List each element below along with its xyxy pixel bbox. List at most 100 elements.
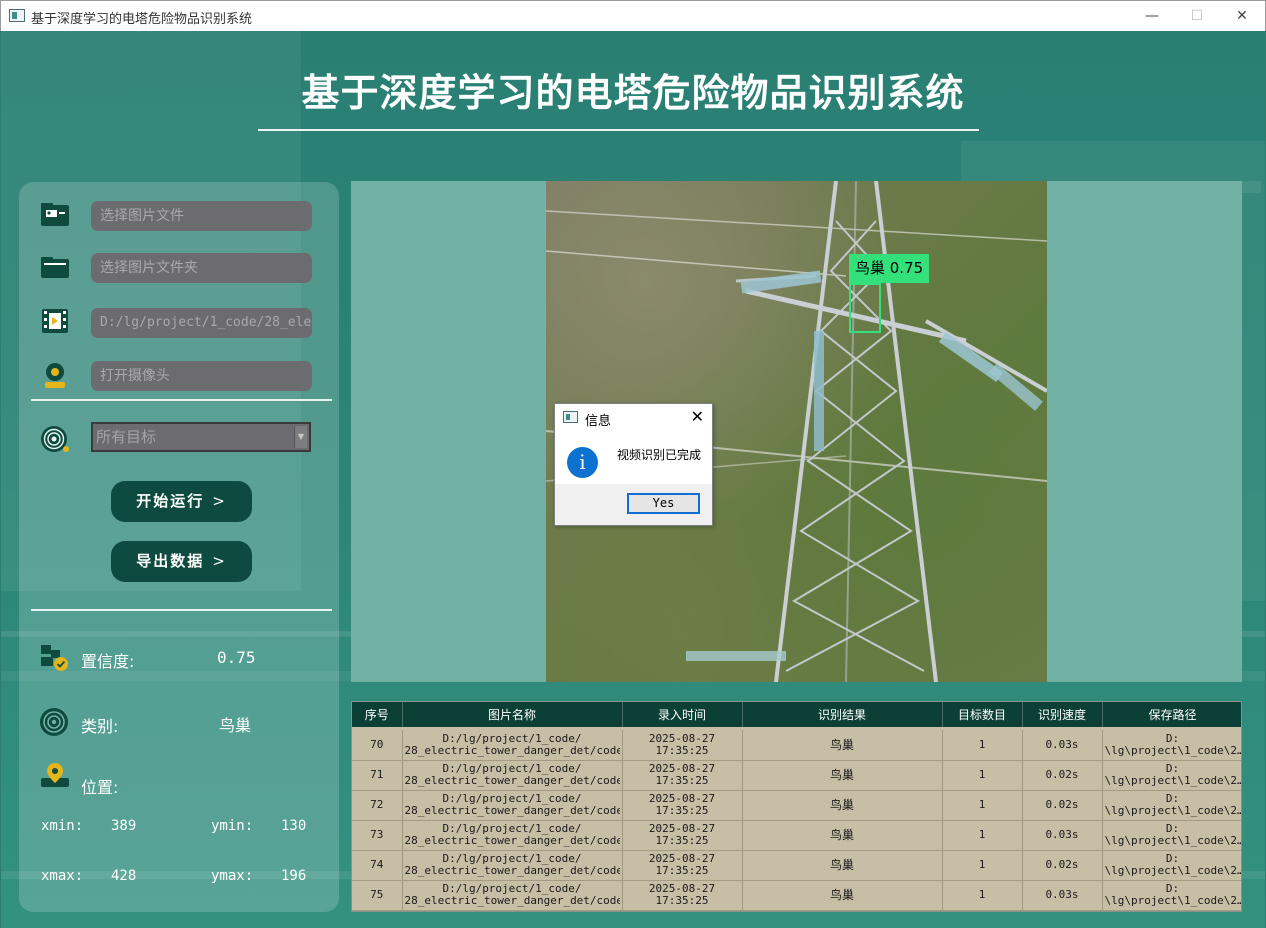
results-table: 序号 图片名称 录入时间 识别结果 目标数目 识别速度 保存路径 70 D:/l… bbox=[351, 701, 1242, 912]
dialog-app-icon bbox=[563, 411, 578, 423]
xmax-label: xmax: bbox=[41, 868, 84, 884]
table-row[interactable]: 72 D:/lg/project/1_code/28_electric_towe… bbox=[352, 790, 1241, 821]
cell-path: D: \lg\project\1_code\2… bbox=[1102, 790, 1241, 821]
cell-path: D: \lg\project\1_code\2… bbox=[1102, 760, 1241, 791]
cell-speed: 0.03s bbox=[1022, 820, 1103, 851]
detection-box bbox=[849, 283, 881, 333]
cell-name: D:/lg/project/1_code/28_electric_tower_d… bbox=[402, 760, 623, 791]
info-icon: i bbox=[567, 447, 598, 478]
table-row[interactable]: 71 D:/lg/project/1_code/28_electric_towe… bbox=[352, 760, 1241, 791]
target-select-value: 所有目标 bbox=[96, 428, 157, 446]
cell-name: D:/lg/project/1_code/28_electric_tower_d… bbox=[402, 880, 623, 911]
start-button[interactable]: 开始运行 > bbox=[111, 481, 252, 522]
cell-count: 1 bbox=[942, 820, 1023, 851]
table-header-row: 序号 图片名称 录入时间 识别结果 目标数目 识别速度 保存路径 bbox=[352, 702, 1241, 727]
video-path-input[interactable]: D:/lg/project/1_code/28_ele bbox=[91, 308, 312, 338]
confidence-value: 0.75 bbox=[217, 648, 256, 667]
confidence-label: 置信度: bbox=[81, 652, 135, 671]
cell-path: D: \lg\project\1_code\2… bbox=[1102, 880, 1241, 911]
video-icon[interactable] bbox=[39, 306, 71, 336]
cell-id: 74 bbox=[352, 850, 403, 881]
image-file-input[interactable]: 选择图片文件 bbox=[91, 201, 312, 231]
category-value: 鸟巢 bbox=[219, 716, 252, 735]
ymax-value: 196 bbox=[281, 868, 307, 884]
cell-count: 1 bbox=[942, 790, 1023, 821]
camera-input[interactable]: 打开摄像头 bbox=[91, 361, 312, 391]
column-header[interactable]: 录入时间 bbox=[622, 702, 743, 727]
column-header[interactable]: 序号 bbox=[352, 702, 403, 727]
minimize-button[interactable]: — bbox=[1129, 4, 1175, 28]
table-row[interactable]: 74 D:/lg/project/1_code/28_electric_towe… bbox=[352, 850, 1241, 881]
close-icon[interactable]: ✕ bbox=[691, 407, 704, 426]
ymin-value: 130 bbox=[281, 818, 307, 834]
cell-result: 鸟巢 bbox=[742, 820, 943, 851]
column-header[interactable]: 保存路径 bbox=[1102, 702, 1241, 727]
cell-id: 72 bbox=[352, 790, 403, 821]
folder-icon[interactable] bbox=[39, 252, 71, 282]
cell-speed: 0.03s bbox=[1022, 730, 1103, 761]
xmin-label: xmin: bbox=[41, 818, 84, 834]
ymin-label: ymin: bbox=[211, 818, 254, 834]
cell-name: D:/lg/project/1_code/28_electric_tower_d… bbox=[402, 850, 623, 881]
cell-result: 鸟巢 bbox=[742, 760, 943, 791]
cell-time: 2025-08-27 17:35:25 bbox=[622, 880, 743, 911]
chevron-right-icon: > bbox=[212, 492, 227, 510]
cell-time: 2025-08-27 17:35:25 bbox=[622, 760, 743, 791]
yes-button[interactable]: Yes bbox=[627, 493, 700, 514]
window-titlebar: 基于深度学习的电塔危险物品识别系统 — ☐ ✕ bbox=[0, 0, 1266, 31]
export-button[interactable]: 导出数据 > bbox=[111, 541, 252, 582]
chevron-right-icon: > bbox=[212, 552, 227, 570]
cell-count: 1 bbox=[942, 850, 1023, 881]
window-title: 基于深度学习的电塔危险物品识别系统 bbox=[31, 12, 253, 27]
cell-path: D: \lg\project\1_code\2… bbox=[1102, 820, 1241, 851]
cell-count: 1 bbox=[942, 760, 1023, 791]
cell-time: 2025-08-27 17:35:25 bbox=[622, 850, 743, 881]
section-divider bbox=[31, 399, 332, 401]
column-header[interactable]: 识别结果 bbox=[742, 702, 943, 727]
cell-name: D:/lg/project/1_code/28_electric_tower_d… bbox=[402, 820, 623, 851]
image-folder-input[interactable]: 选择图片文件夹 bbox=[91, 253, 312, 283]
column-header[interactable]: 目标数目 bbox=[942, 702, 1023, 727]
cell-speed: 0.03s bbox=[1022, 880, 1103, 911]
table-row[interactable]: 73 D:/lg/project/1_code/28_electric_towe… bbox=[352, 820, 1241, 851]
control-panel: 选择图片文件 选择图片文件夹 D:/lg/project/1_code/28_e… bbox=[19, 182, 339, 912]
confidence-icon bbox=[39, 642, 71, 672]
column-header[interactable]: 识别速度 bbox=[1022, 702, 1103, 727]
dialog-message: 视频识别已完成 bbox=[617, 448, 702, 462]
category-icon bbox=[39, 707, 71, 737]
cell-name: D:/lg/project/1_code/28_electric_tower_d… bbox=[402, 790, 623, 821]
cell-result: 鸟巢 bbox=[742, 790, 943, 821]
xmax-value: 428 bbox=[111, 868, 137, 884]
image-file-icon[interactable] bbox=[39, 200, 71, 230]
table-row[interactable]: 75 D:/lg/project/1_code/28_electric_towe… bbox=[352, 880, 1241, 911]
cell-speed: 0.02s bbox=[1022, 850, 1103, 881]
camera-icon[interactable] bbox=[39, 360, 71, 390]
close-button[interactable]: ✕ bbox=[1219, 4, 1265, 28]
cell-result: 鸟巢 bbox=[742, 730, 943, 761]
cell-id: 73 bbox=[352, 820, 403, 851]
maximize-button[interactable]: ☐ bbox=[1174, 4, 1220, 28]
cell-count: 1 bbox=[942, 880, 1023, 911]
cell-path: D: \lg\project\1_code\2… bbox=[1102, 850, 1241, 881]
cell-count: 1 bbox=[942, 730, 1023, 761]
title-underline bbox=[258, 129, 979, 131]
location-icon bbox=[39, 761, 71, 791]
app-icon bbox=[9, 9, 25, 22]
page-title: 基于深度学习的电塔危险物品识别系统 bbox=[301, 71, 965, 115]
cell-id: 71 bbox=[352, 760, 403, 791]
column-header[interactable]: 图片名称 bbox=[402, 702, 623, 727]
ymax-label: ymax: bbox=[211, 868, 254, 884]
cell-speed: 0.02s bbox=[1022, 760, 1103, 791]
cell-result: 鸟巢 bbox=[742, 880, 943, 911]
cell-result: 鸟巢 bbox=[742, 850, 943, 881]
table-row[interactable]: 70 D:/lg/project/1_code/28_electric_towe… bbox=[352, 730, 1241, 761]
section-divider bbox=[31, 609, 332, 611]
detection-label: 鸟巢 0.75 bbox=[849, 254, 930, 283]
cell-id: 75 bbox=[352, 880, 403, 911]
chevron-down-icon[interactable]: ▼ bbox=[294, 426, 307, 448]
start-button-label: 开始运行 bbox=[136, 492, 205, 510]
target-select[interactable]: 所有目标 ▼ bbox=[91, 422, 311, 452]
target-icon bbox=[39, 424, 71, 454]
position-label: 位置: bbox=[81, 778, 119, 797]
cell-id: 70 bbox=[352, 730, 403, 761]
